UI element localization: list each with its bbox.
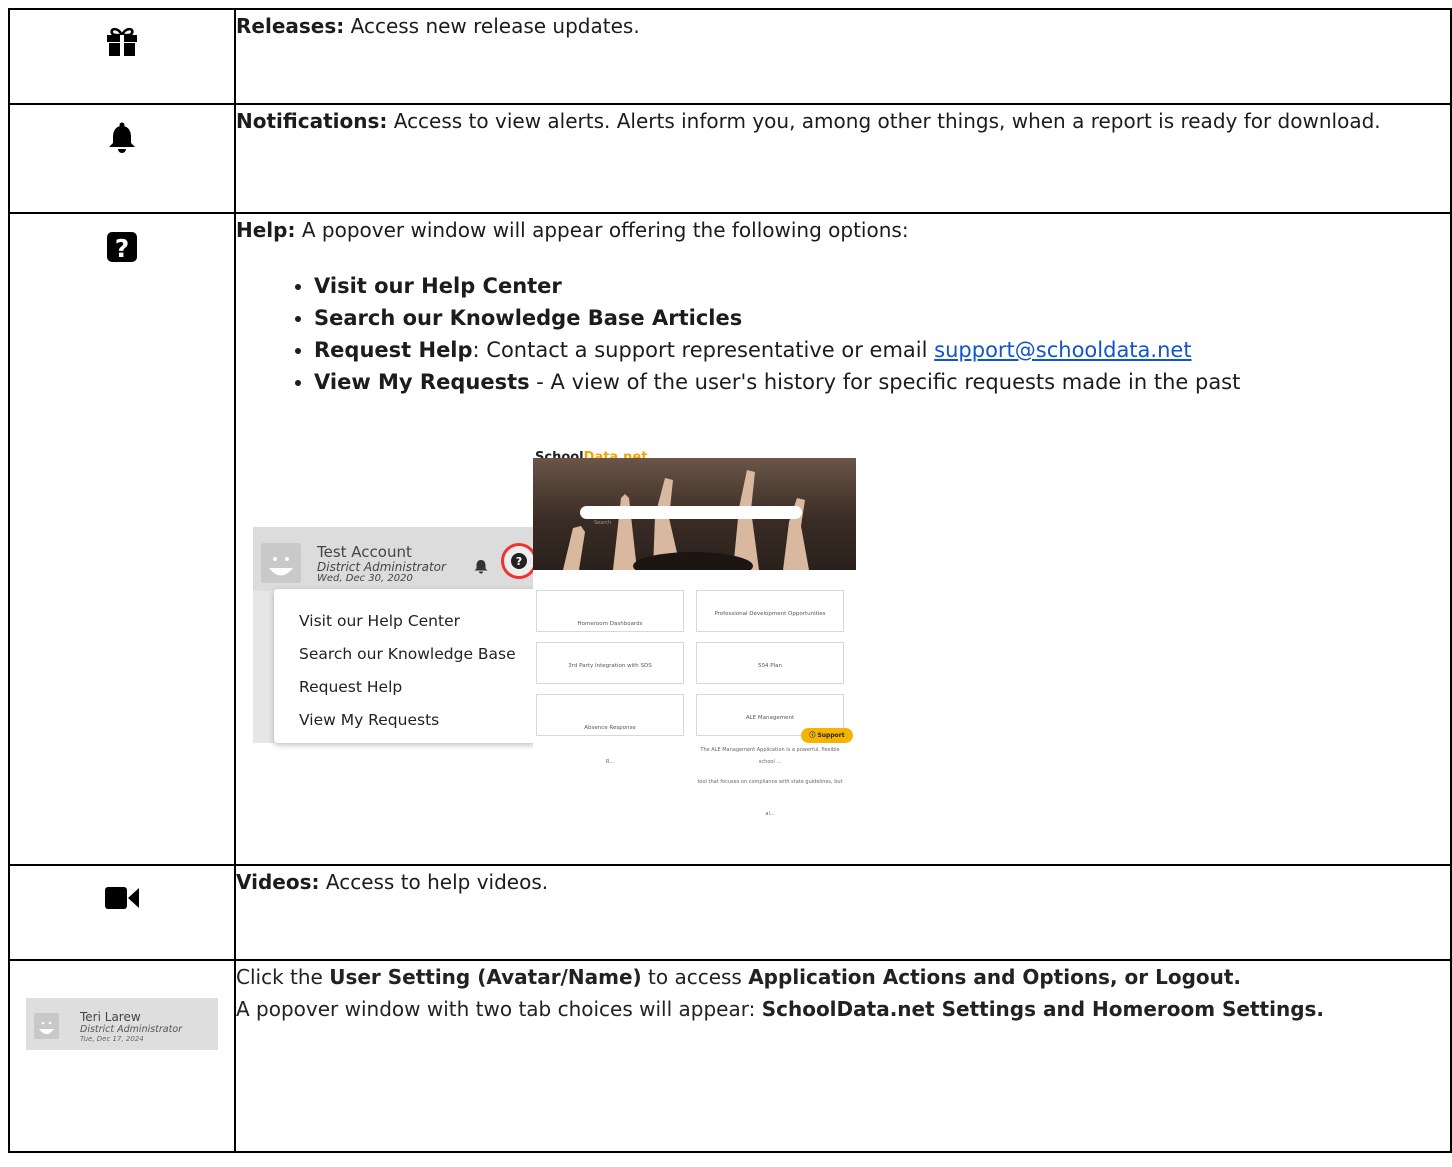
videos-description: Videos: Access to help videos. [234, 864, 1452, 961]
avatar [261, 543, 301, 583]
user-role: District Administrator [80, 1024, 183, 1035]
releases-text: Access new release updates. [344, 14, 640, 38]
bell-icon[interactable] [473, 551, 489, 583]
menu-item-help-center[interactable]: Visit our Help Center [299, 605, 460, 637]
video-camera-icon [10, 866, 234, 910]
account-date: Wed, Dec 30, 2020 [317, 573, 413, 584]
card-3rd-party-integration[interactable]: 3rd Party Integration with SDSSDS will w… [536, 642, 684, 765]
card-professional-development[interactable]: Professional Development OpportunitiesSe… [696, 590, 844, 681]
menu-item-knowledge-base[interactable]: Search our Knowledge Base [299, 638, 516, 670]
videos-row: Videos: Access to help videos. [8, 864, 1452, 961]
help-popover-menu: Visit our Help Center Search our Knowled… [274, 589, 536, 743]
help-options-list: Visit our Help Center Search our Knowled… [236, 270, 1450, 398]
card-homeroom-dashboards[interactable]: Homeroom Dashboards [536, 590, 684, 632]
videos-title: Videos: [236, 870, 320, 894]
user-name: Teri Larew [80, 1010, 141, 1024]
notifications-description: Notifications: Access to view alerts. Al… [234, 103, 1452, 214]
user-setting-paragraph-2: A popover window with two tab choices wi… [236, 997, 1325, 1021]
help-option-view-requests: View My Requests - A view of the user's … [314, 366, 1450, 398]
hero-image: Search [533, 458, 856, 570]
svg-text:?: ? [516, 555, 522, 568]
releases-description: Releases: Access new release updates. [234, 8, 1452, 105]
videos-text: Access to help videos. [319, 870, 549, 894]
help-center-site: SchoolData.net School Data Solutions Com… [533, 440, 856, 817]
svg-text:?: ? [115, 234, 130, 263]
help-text: A popover window will appear offering th… [295, 218, 909, 242]
user-setting-description: Click the User Setting (Avatar/Name) to … [234, 959, 1452, 1153]
user-setting-row: Teri Larew District Administrator Tue, D… [8, 959, 1452, 1153]
user-setting-paragraph-1: Click the User Setting (Avatar/Name) to … [236, 965, 1242, 989]
help-option-request-help: Request Help: Contact a support represen… [314, 334, 1450, 366]
help-description: Help: A popover window will appear offer… [234, 212, 1452, 866]
user-date: Tue, Dec 17, 2024 [80, 1035, 144, 1043]
features-table: Releases: Access new release updates. No… [8, 8, 1452, 1153]
help-circle-highlight[interactable]: ? [501, 543, 537, 579]
support-button[interactable]: ⓘ Support [801, 728, 853, 743]
notifications-title: Notifications: [236, 109, 388, 133]
site-search-placeholder: Search [594, 520, 612, 526]
card-absence-response[interactable]: Absence Response [536, 694, 684, 736]
releases-row: Releases: Access new release updates. [8, 8, 1452, 105]
help-screenshot: Test Account District Administrator Wed,… [236, 440, 1450, 817]
help-intro: Help: A popover window will appear offer… [236, 214, 1450, 246]
avatar [34, 1013, 59, 1039]
card-504-plan[interactable]: 504 PlanSection 504 of the Rehabilitatio… [696, 642, 844, 765]
help-row: ? Help: A popover window will appear off… [8, 212, 1452, 866]
gift-icon [10, 10, 234, 57]
menu-item-request-help[interactable]: Request Help [299, 671, 402, 703]
notifications-row: Notifications: Access to view alerts. Al… [8, 103, 1452, 214]
question-icon: ? [10, 214, 234, 263]
site-search-input[interactable]: Search [580, 506, 802, 526]
help-option-knowledge-base: Search our Knowledge Base Articles [314, 302, 1450, 334]
help-title: Help: [236, 218, 296, 242]
notifications-text: Access to view alerts. Alerts inform you… [387, 109, 1381, 133]
releases-title: Releases: [236, 14, 345, 38]
help-option-help-center: Visit our Help Center [314, 270, 1450, 302]
account-name: Test Account [317, 543, 412, 561]
support-email-link[interactable]: support@schooldata.net [934, 338, 1191, 362]
account-panel: Test Account District Administrator Wed,… [253, 527, 539, 743]
menu-item-view-requests[interactable]: View My Requests [299, 704, 439, 736]
bell-icon [10, 105, 234, 154]
user-setting-image: Teri Larew District Administrator Tue, D… [26, 998, 218, 1050]
